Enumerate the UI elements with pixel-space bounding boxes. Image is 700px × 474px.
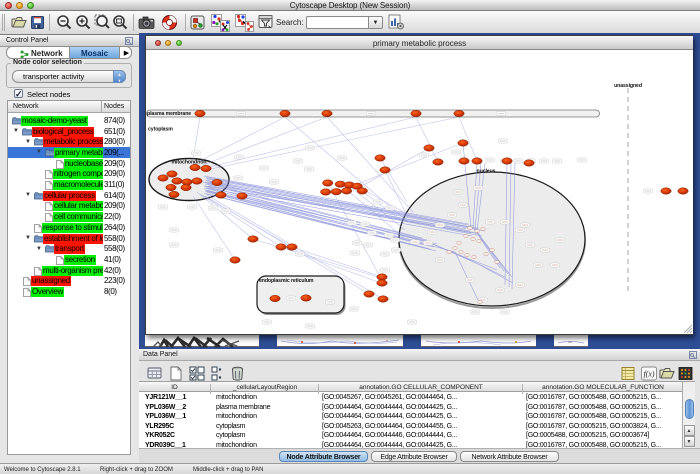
svg-text:f(x): f(x) (643, 370, 654, 379)
svg-text:cytoplasm: cytoplasm (148, 127, 173, 133)
svg-text:plasma membrane: plasma membrane (147, 111, 191, 117)
svg-text:unassigned: unassigned (614, 83, 642, 89)
svg-text:endoplasmic reticulum: endoplasmic reticulum (259, 278, 314, 284)
svg-text:mitochondrion: mitochondrion (171, 160, 206, 166)
svg-text:nucleus: nucleus (477, 169, 496, 175)
